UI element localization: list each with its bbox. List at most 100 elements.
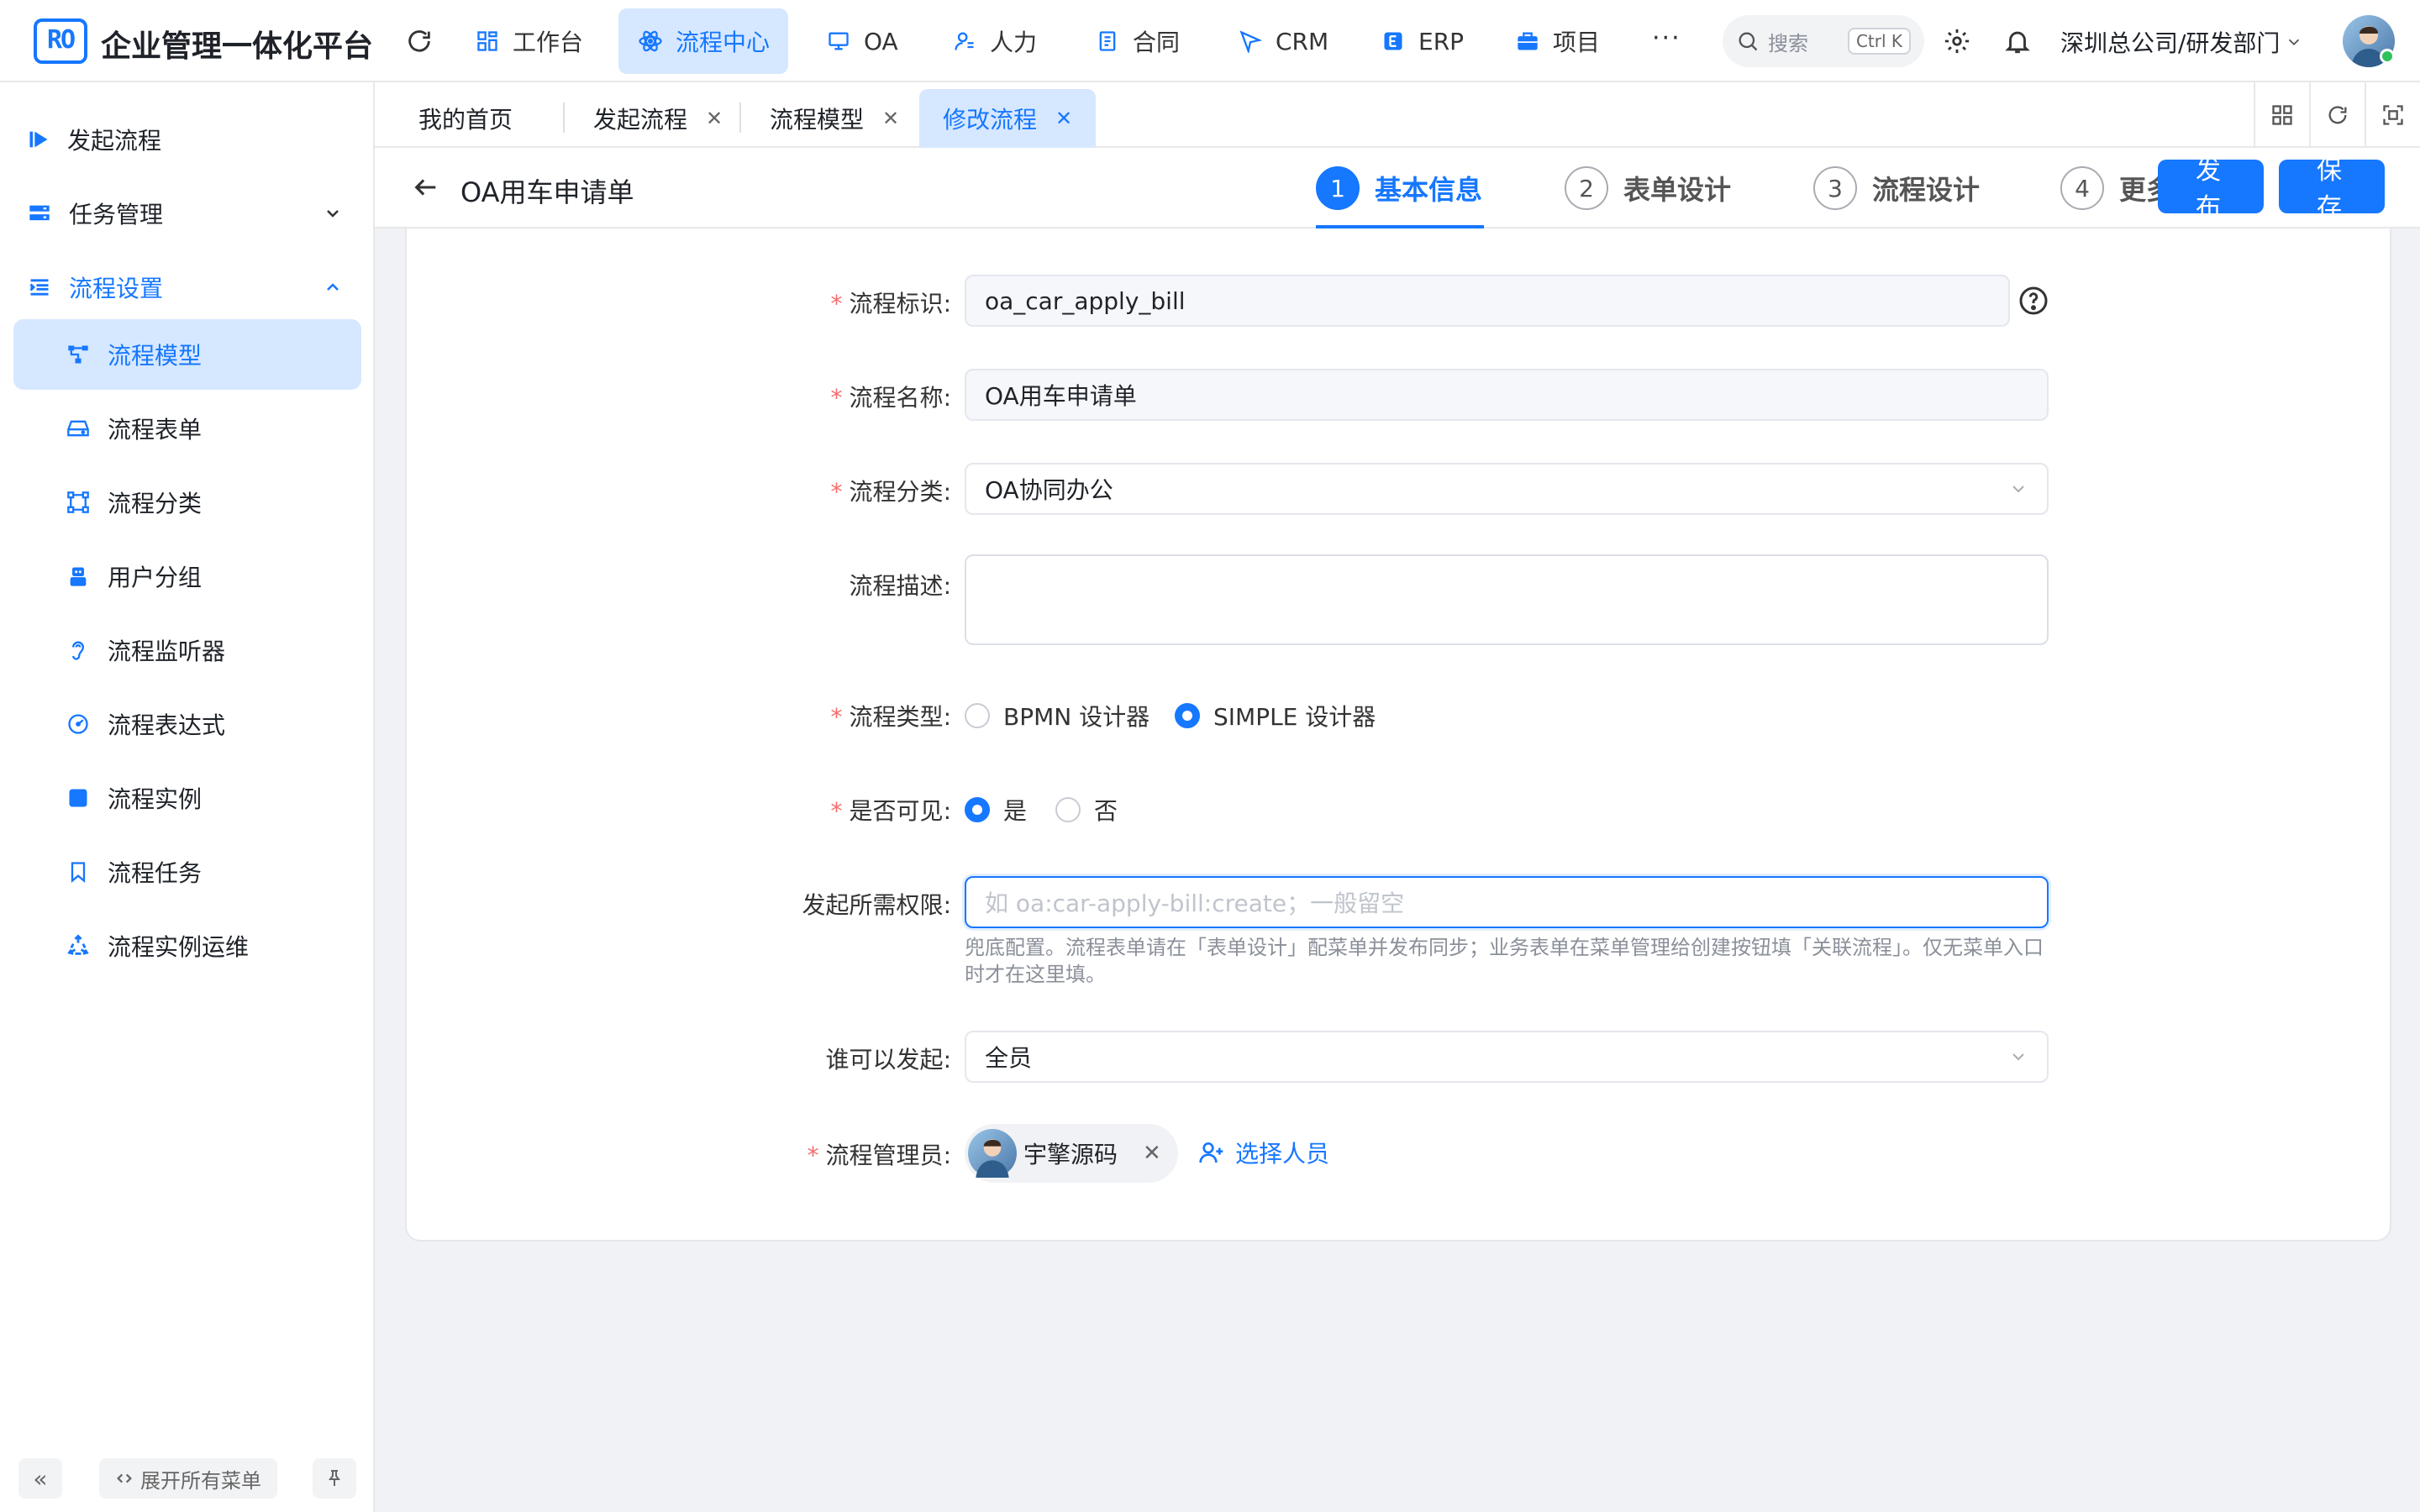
sidebar-item-process-settings[interactable]: 流程设置: [13, 252, 361, 323]
topnav-contract[interactable]: 合同: [1076, 8, 1198, 74]
topnav-process-center[interactable]: 流程中心: [618, 8, 789, 74]
briefcase-icon: [1514, 28, 1541, 55]
step-label: 表单设计: [1623, 174, 1732, 206]
process-category-select[interactable]: OA协同办公: [965, 463, 2049, 515]
tab-edit-process[interactable]: 修改流程 ✕: [919, 89, 1097, 148]
sidebar-item-label: 流程分类: [108, 490, 203, 517]
sidebar-item-process-listener[interactable]: 流程监听器: [13, 615, 361, 685]
expand-all-menus-button[interactable]: 展开所有菜单: [99, 1458, 277, 1499]
save-button[interactable]: 保 存: [2279, 156, 2385, 223]
tree-icon: [66, 343, 91, 366]
radio-visible-yes[interactable]: 是: [965, 793, 1027, 827]
sidebar: 发起流程 任务管理 流程设置 流程模型 流程表单 流程分类 用户分组 流程监听器…: [0, 82, 375, 1512]
sidebar-item-label: 流程实例: [108, 785, 203, 813]
starter-label: 谁可以发起:: [825, 1046, 951, 1074]
sidebar-item-process-category[interactable]: 流程分类: [13, 467, 361, 538]
radio-circle-selected: [965, 797, 990, 822]
tab-home[interactable]: 我的首页: [395, 89, 536, 148]
step-form-design[interactable]: 2 表单设计: [1565, 163, 1731, 213]
gear-icon[interactable]: [1943, 27, 1971, 55]
close-icon[interactable]: ✕: [882, 107, 899, 130]
search-box[interactable]: 搜索 Ctrl K: [1723, 15, 1924, 67]
step-basic-info[interactable]: 1 基本信息: [1316, 163, 1482, 213]
topnav-label: 工作台: [513, 29, 584, 56]
org-switcher[interactable]: 深圳总公司/研发部门: [2060, 25, 2303, 59]
sidebar-item-process-expression[interactable]: 流程表达式: [13, 689, 361, 759]
start-permission-hint: 兜底配置。流程表单请在「表单设计」配菜单并发布同步；业务表单在菜单管理给创建按钮…: [965, 936, 2044, 986]
app-title: 企业管理一体化平台: [101, 29, 374, 64]
topnav-workbench[interactable]: 工作台: [455, 8, 602, 74]
gauge-icon: [66, 712, 91, 736]
process-name-label: * 流程名称:: [830, 384, 951, 412]
atom-icon: [637, 28, 664, 55]
question-circle-icon[interactable]: [2018, 286, 2049, 316]
process-category-label: * 流程分类:: [830, 478, 951, 506]
org-name: 深圳总公司/研发部门: [2060, 29, 2281, 57]
start-permission-label: 发起所需权限:: [802, 891, 951, 919]
process-key-input[interactable]: oa_car_apply_bill: [965, 275, 2010, 327]
sidebar-item-label: 用户分组: [108, 564, 203, 591]
sidebar-item-process-instance[interactable]: 流程实例: [13, 763, 361, 833]
pin-icon[interactable]: [313, 1458, 356, 1499]
sidebar-item-label: 流程设置: [69, 275, 164, 302]
manager-user-chip: 宇擎源码 ✕: [965, 1124, 1178, 1183]
sidebar-item-user-group[interactable]: 用户分组: [13, 541, 361, 612]
tab-process-model[interactable]: 流程模型 ✕: [746, 89, 923, 148]
close-icon[interactable]: ✕: [1055, 107, 1072, 130]
start-permission-input[interactable]: 如 oa:car-apply-bill:create；一般留空: [965, 876, 2049, 928]
sidebar-item-process-model[interactable]: 流程模型: [13, 319, 361, 390]
radio-simple[interactable]: SIMPLE 设计器: [1175, 699, 1376, 732]
close-icon[interactable]: ✕: [706, 107, 723, 130]
process-manager-label: * 流程管理员:: [807, 1142, 951, 1169]
topnav-label: 合同: [1133, 29, 1181, 56]
sidebar-item-start-process[interactable]: 发起流程: [13, 104, 361, 175]
topnav-crm[interactable]: CRM: [1218, 8, 1347, 74]
topnav-oa[interactable]: OA: [807, 8, 917, 74]
tabs-grid-icon[interactable]: [2254, 82, 2309, 148]
topnav-erp[interactable]: ERP: [1361, 8, 1482, 74]
grid-icon: [474, 28, 501, 55]
chevron-down-icon: [323, 203, 343, 223]
fullscreen-icon[interactable]: [2365, 82, 2420, 148]
arrow-left-icon[interactable]: [412, 173, 440, 202]
publish-button[interactable]: 发 布: [2158, 156, 2264, 223]
radio-bpmn[interactable]: BPMN 设计器: [965, 699, 1150, 732]
process-name-input[interactable]: OA用车申请单: [965, 369, 2049, 421]
sidebar-item-instance-ops[interactable]: 流程实例运维: [13, 911, 361, 981]
process-key-label: * 流程标识:: [830, 290, 951, 318]
starter-select[interactable]: 全员: [965, 1031, 2049, 1083]
chevron-down-icon: [2285, 33, 2303, 51]
step-process-design[interactable]: 3 流程设计: [1813, 163, 1980, 213]
page-title: OA用车申请单: [460, 176, 634, 208]
topnav-hr[interactable]: 人力: [933, 8, 1055, 74]
tab-start-process[interactable]: 发起流程 ✕: [570, 89, 746, 148]
sidebar-item-label: 任务管理: [69, 201, 164, 228]
close-icon[interactable]: ✕: [1143, 1141, 1161, 1166]
refresh-tab-icon[interactable]: [2309, 82, 2365, 148]
collapse-sidebar-icon[interactable]: «: [18, 1458, 62, 1499]
tab-label: 我的首页: [418, 106, 513, 134]
monitor-icon: [825, 28, 852, 55]
sidebar-item-process-task[interactable]: 流程任务: [13, 837, 361, 907]
sidebar-item-task-management[interactable]: 任务管理: [13, 178, 361, 249]
tab-divider: [563, 102, 565, 133]
select-user-button[interactable]: 选择人员: [1198, 1136, 1329, 1169]
process-desc-textarea[interactable]: [965, 554, 2049, 645]
sidebar-item-process-form[interactable]: 流程表单: [13, 393, 361, 464]
ear-icon: [66, 638, 91, 662]
refresh-icon[interactable]: [405, 27, 434, 55]
radio-visible-no[interactable]: 否: [1055, 793, 1118, 827]
more-icon[interactable]: ···: [1652, 24, 1681, 53]
step-number: 2: [1565, 166, 1608, 210]
tabs-bar: 我的首页 发起流程 ✕ 流程模型 ✕ 修改流程 ✕: [375, 82, 2420, 148]
expand-all-label: 展开所有菜单: [140, 1468, 261, 1493]
recycle-icon: [66, 934, 91, 958]
app-logo[interactable]: RO: [34, 18, 87, 64]
code-icon: [115, 1469, 134, 1488]
topnav-project[interactable]: 项目: [1496, 8, 1618, 74]
bell-icon[interactable]: [2003, 27, 2032, 55]
topnav-label: 项目: [1553, 29, 1601, 56]
sidebar-item-label: 流程监听器: [108, 638, 226, 665]
bookmark-icon: [66, 860, 91, 884]
step-number: 4: [2060, 166, 2104, 210]
